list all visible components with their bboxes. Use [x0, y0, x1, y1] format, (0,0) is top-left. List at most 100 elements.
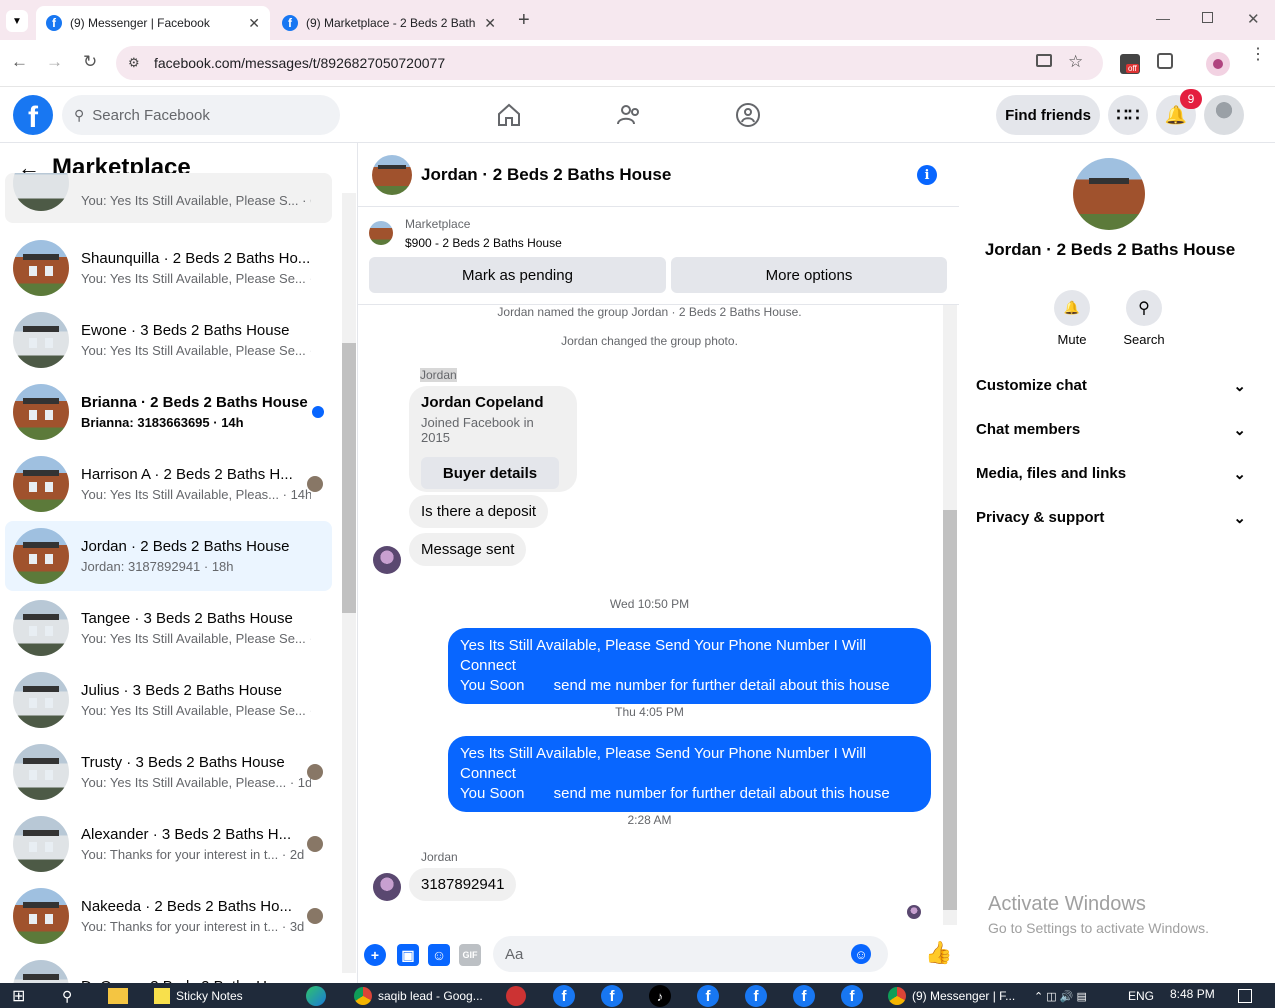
chevron-down-icon: ⌄ — [1233, 466, 1246, 483]
buyer-card: Jordan Copeland Joined Facebook in 2015 … — [409, 386, 577, 492]
chat-members-section[interactable]: Chat members ⌄ — [976, 421, 1246, 439]
conversation-item[interactable]: DeQuan · 3 Beds 2 Baths House — [5, 953, 332, 983]
outgoing-message[interactable]: Yes Its Still Available, Please Send You… — [448, 628, 931, 704]
emoji-icon[interactable]: ☺ — [851, 944, 871, 964]
close-tab-icon[interactable]: ✕ — [484, 15, 496, 32]
listing-thumbnail[interactable] — [369, 221, 393, 245]
home-icon[interactable] — [495, 101, 523, 129]
photo-icon[interactable]: ▣ — [397, 944, 419, 966]
sender-avatar[interactable] — [373, 873, 401, 901]
chat-group-photo[interactable] — [1073, 158, 1145, 230]
facebook-taskbar-icon[interactable]: f — [793, 985, 815, 1007]
search-button[interactable]: ⚲ Search — [1114, 290, 1174, 347]
address-bar[interactable]: ⚙ facebook.com/messages/t/89268270507200… — [116, 46, 1103, 80]
forward-icon[interactable]: → — [46, 52, 63, 72]
install-app-icon[interactable] — [1036, 54, 1052, 67]
chrome-app-messenger[interactable]: (9) Messenger | F... — [888, 985, 1015, 1007]
tiktok-icon[interactable]: ♪ — [649, 985, 671, 1007]
close-window-icon[interactable]: ✕ — [1247, 10, 1260, 28]
conversation-item[interactable]: Ewone · 3 Beds 2 Baths House You: Yes Its… — [5, 305, 332, 375]
thumbs-up-icon[interactable]: 👍 — [925, 940, 952, 966]
facebook-taskbar-icon[interactable]: f — [697, 985, 719, 1007]
tab-marketplace[interactable]: f (9) Marketplace - 2 Beds 2 Bath ✕ — [272, 6, 506, 40]
conversation-item[interactable]: Harrison A · 2 Beds 2 Baths H... You: Yes… — [5, 449, 332, 519]
file-explorer-icon[interactable] — [108, 985, 128, 1007]
conversation-item-partial[interactable]: You: Yes Its Still Available, Please S..… — [5, 173, 332, 223]
profile-icon[interactable] — [1206, 52, 1230, 76]
extension-off-icon[interactable]: off — [1120, 54, 1140, 74]
system-tray-icons[interactable]: ⌃ ◫ 🔊 ▤ — [1034, 985, 1087, 1007]
buyer-details-button[interactable]: Buyer details — [421, 457, 559, 489]
facebook-taskbar-icon[interactable]: f — [841, 985, 863, 1007]
plus-icon[interactable]: + — [364, 944, 386, 966]
more-options-button[interactable]: More options — [671, 257, 947, 293]
tab-messenger[interactable]: f (9) Messenger | Facebook ✕ — [36, 6, 270, 40]
browser-menu-icon[interactable]: ⋮ — [1250, 47, 1266, 63]
taskbar-app-label: Sticky Notes — [176, 989, 243, 1003]
conversation-item[interactable]: Brianna · 2 Beds 2 Baths House Brianna: 3… — [5, 377, 332, 447]
mute-button[interactable]: 🔔 Mute — [1042, 290, 1102, 347]
new-tab-icon[interactable]: + — [518, 9, 530, 32]
chrome-app-saqib[interactable]: saqib lead - Goog... — [354, 985, 483, 1007]
message-bubble[interactable]: 3187892941 — [409, 868, 517, 901]
conversation-item[interactable]: Trusty · 3 Beds 2 Baths House You: Yes It… — [5, 737, 332, 807]
close-tab-icon[interactable]: ✕ — [248, 15, 260, 32]
sticky-notes-app[interactable]: Sticky Notes — [154, 985, 243, 1007]
back-icon[interactable]: ← — [11, 52, 28, 72]
minimize-window-icon[interactable]: — — [1156, 10, 1170, 26]
conversation-name: Ewone · 3 Beds 2 Baths House — [81, 322, 290, 339]
customize-chat-section[interactable]: Customize chat ⌄ — [976, 377, 1246, 395]
app-icon[interactable] — [506, 985, 526, 1007]
conversation-scrollbar-thumb[interactable] — [342, 343, 356, 613]
menu-grid-icon[interactable]: ∷∷ — [1108, 95, 1148, 135]
bookmark-star-icon[interactable]: ☆ — [1068, 52, 1083, 72]
chat-panel: Jordan · 2 Beds 2 Baths House i Marketpl… — [358, 143, 959, 983]
tab-list-dropdown-icon[interactable]: ▼ — [6, 10, 28, 32]
thread-scrollbar-thumb[interactable] — [943, 510, 957, 910]
reload-icon[interactable]: ↻ — [83, 52, 97, 72]
conversation-item[interactable]: Tangee · 3 Beds 2 Baths House You: Yes It… — [5, 593, 332, 663]
outgoing-message[interactable]: Yes Its Still Available, Please Send You… — [448, 736, 931, 812]
facebook-taskbar-icon[interactable]: f — [745, 985, 767, 1007]
message-bubble[interactable]: Is there a deposit — [409, 495, 549, 528]
account-avatar[interactable] — [1204, 95, 1244, 135]
facebook-taskbar-icon[interactable]: f — [601, 985, 623, 1007]
notification-center-icon[interactable] — [1238, 985, 1252, 1007]
chat-avatar[interactable] — [372, 154, 412, 195]
sticker-icon[interactable]: ☺ — [428, 944, 450, 966]
info-icon[interactable]: i — [917, 165, 937, 185]
site-info-icon[interactable]: ⚙ — [128, 55, 140, 71]
privacy-support-section[interactable]: Privacy & support ⌄ — [976, 509, 1246, 527]
conversation-item[interactable]: Shaunquilla · 2 Beds 2 Baths Ho... You: Y… — [5, 233, 332, 303]
listing-photo — [13, 672, 69, 728]
conversation-item[interactable]: Nakeeda · 2 Beds 2 Baths Ho... You: Thank… — [5, 881, 332, 951]
restore-window-icon[interactable] — [1202, 12, 1213, 23]
conversation-text: Tangee · 3 Beds 2 Baths House You: Yes It… — [81, 610, 311, 646]
find-friends-button[interactable]: Find friends — [996, 95, 1100, 135]
language-indicator[interactable]: ENG — [1128, 985, 1154, 1007]
sender-avatar[interactable] — [373, 546, 401, 574]
conversation-name: Jordan · 2 Beds 2 Baths House — [81, 538, 290, 555]
mark-as-pending-button[interactable]: Mark as pending — [369, 257, 666, 293]
message-line: Yes Its Still Available, Please Send You… — [460, 745, 867, 782]
message-input[interactable]: Aa ☺ — [493, 936, 888, 972]
conversation-preview: Jordan: 3187892941 · 18h — [81, 559, 234, 574]
chat-title[interactable]: Jordan · 2 Beds 2 Baths House — [421, 165, 671, 185]
extensions-puzzle-icon[interactable] — [1157, 53, 1173, 69]
facebook-taskbar-icon[interactable]: f — [553, 985, 575, 1007]
message-bubble[interactable]: Message sent — [409, 533, 527, 566]
conversation-item[interactable]: Jordan · 2 Beds 2 Baths House Jordan: 318… — [5, 521, 332, 591]
groups-icon[interactable] — [734, 101, 762, 129]
listing-price-title[interactable]: $900 - 2 Beds 2 Baths House — [405, 236, 562, 250]
conversation-item[interactable]: Alexander · 3 Beds 2 Baths H... You: Than… — [5, 809, 332, 879]
facebook-logo-icon[interactable]: f — [13, 95, 53, 135]
media-files-links-section[interactable]: Media, files and links ⌄ — [976, 465, 1246, 483]
gif-icon[interactable]: GIF — [459, 944, 481, 966]
conversation-item[interactable]: Julius · 3 Beds 2 Baths House You: Yes It… — [5, 665, 332, 735]
clock[interactable]: 8:48 PM — [1170, 983, 1215, 1005]
edge-icon[interactable] — [306, 985, 326, 1007]
friends-icon[interactable] — [615, 101, 643, 129]
windows-start-icon[interactable]: ⊞ — [12, 985, 25, 1007]
taskbar-search-icon[interactable]: ⚲ — [62, 985, 72, 1007]
search-facebook-input[interactable]: ⚲ Search Facebook — [62, 95, 340, 135]
